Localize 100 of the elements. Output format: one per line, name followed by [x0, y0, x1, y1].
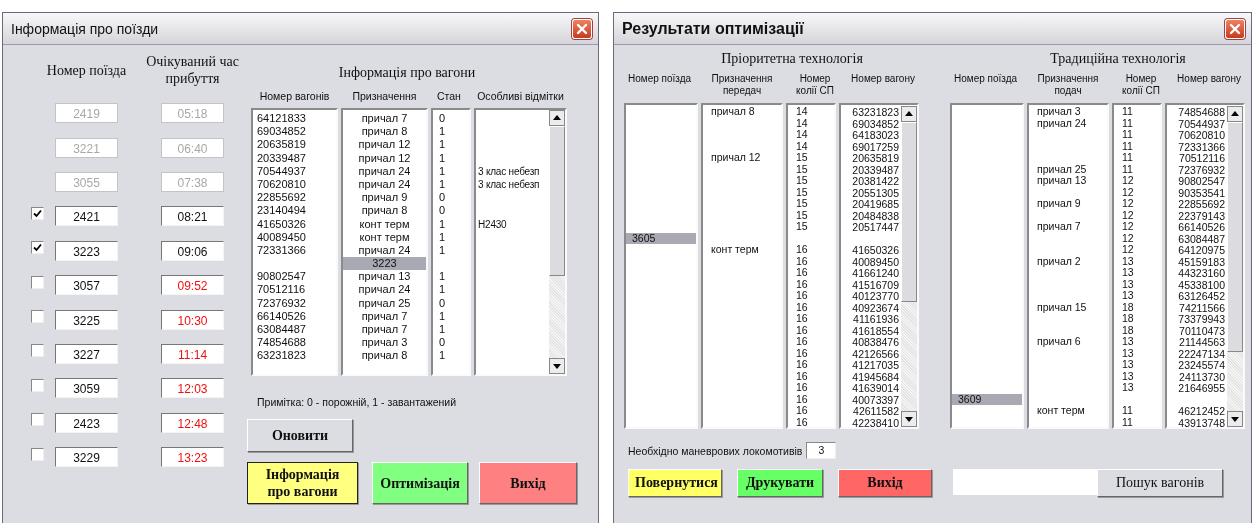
list-item[interactable]: 14: [796, 139, 808, 152]
scrollbar-thumb[interactable]: [1227, 122, 1244, 352]
list-item[interactable]: 11: [1122, 162, 1133, 175]
list-item[interactable]: причал 8: [361, 125, 408, 138]
list-item[interactable]: 15: [796, 208, 808, 221]
list-item[interactable]: причал 12: [711, 151, 761, 163]
list-item[interactable]: 41161936: [853, 313, 900, 325]
list-item[interactable]: 16: [796, 358, 808, 370]
list-item[interactable]: 20551305: [852, 186, 900, 199]
arrival-time-field[interactable]: 08:21: [161, 206, 224, 227]
list-item[interactable]: 0: [439, 336, 446, 349]
list-item[interactable]: 66140526: [257, 309, 306, 322]
list-item[interactable]: 66140526: [1178, 221, 1226, 233]
list-box[interactable]: причал 8 причал 12 конт терм: [701, 103, 784, 429]
list-item[interactable]: 15: [796, 151, 808, 163]
list-item[interactable]: 22855692: [1178, 198, 1226, 210]
list-item[interactable]: 64183023: [852, 129, 900, 141]
list-item[interactable]: 15: [796, 220, 808, 232]
list-item[interactable]: 1: [439, 125, 446, 138]
list-item[interactable]: 70110473: [1179, 324, 1226, 337]
scroll-up-icon[interactable]: [549, 110, 565, 126]
list-item[interactable]: 69034852: [257, 125, 306, 138]
list-item[interactable]: 11: [1122, 128, 1133, 140]
list-item[interactable]: 22379143: [1178, 209, 1226, 222]
list-item[interactable]: 1: [439, 309, 446, 322]
list-item[interactable]: Н2430: [478, 218, 507, 230]
arrival-time-field[interactable]: 13:23: [161, 447, 224, 468]
list-item[interactable]: 63231823: [852, 106, 900, 118]
list-item[interactable]: 12: [1122, 197, 1134, 209]
list-item[interactable]: 12: [1122, 220, 1134, 232]
list-item[interactable]: 21144563: [1179, 336, 1226, 348]
list-item[interactable]: 11: [1122, 105, 1133, 117]
list-item[interactable]: причал 3: [1037, 105, 1081, 117]
list-box[interactable]: 14 14 14 14 15 15 15 15 15 15 15 16 16 16 16 16 16 16 16 16 16 16 16 16 16 16 16: [786, 103, 837, 429]
list-item[interactable]: 14: [796, 128, 808, 140]
list-item[interactable]: причал 9: [361, 191, 408, 204]
list-item[interactable]: 13: [1122, 346, 1134, 359]
list-item[interactable]: 1: [439, 243, 446, 256]
list-item[interactable]: 13: [1122, 289, 1134, 301]
checkbox[interactable]: [31, 241, 44, 255]
list-item[interactable]: причал 7: [361, 323, 408, 335]
list-item[interactable]: 23245574: [1178, 359, 1226, 371]
checkbox[interactable]: [31, 447, 44, 461]
list-item[interactable]: 16: [796, 335, 808, 347]
list-item[interactable]: 70620810: [257, 177, 306, 190]
list-item[interactable]: причал 6: [1037, 335, 1081, 347]
list-box[interactable]: причал 3 причал 24 причал 25 причал 13 причал 9 причал 7 причал 2 причал 15 причал 6 конт терм: [1027, 103, 1110, 429]
list-item[interactable]: 41639014: [852, 382, 900, 394]
list-item[interactable]: 24113730: [1179, 370, 1226, 383]
list-item[interactable]: 42126566: [852, 347, 900, 360]
list-item[interactable]: причал 9: [1037, 197, 1081, 209]
search-field[interactable]: [953, 469, 1098, 495]
list-item[interactable]: конт терм: [711, 243, 759, 255]
list-item[interactable]: 11: [1122, 139, 1133, 152]
list-item[interactable]: 12: [1122, 185, 1134, 198]
action-button[interactable]: Друкувати: [737, 469, 824, 497]
list-item[interactable]: 41650326: [852, 244, 900, 256]
list-item[interactable]: 16: [796, 404, 808, 416]
list-item[interactable]: 40073397: [852, 393, 900, 406]
list-item[interactable]: 1: [439, 177, 446, 190]
list-item[interactable]: 0: [439, 296, 446, 309]
list-item[interactable]: конт терм: [359, 230, 410, 243]
list-item[interactable]: 11: [1122, 151, 1133, 163]
list-item[interactable]: 42611582: [853, 405, 900, 417]
list-item[interactable]: 72331366: [257, 243, 306, 256]
list-item[interactable]: 1: [439, 283, 446, 296]
list-item[interactable]: 20381422: [852, 175, 900, 187]
action-button[interactable]: Інформація про вагони: [247, 462, 358, 504]
list-item[interactable]: 13: [1122, 254, 1134, 267]
list-item[interactable]: 1: [439, 138, 446, 151]
checkbox[interactable]: [31, 344, 44, 358]
list-item[interactable]: 1: [439, 323, 446, 335]
list-item[interactable]: 70544937: [257, 164, 306, 177]
train-number-field[interactable]: 3227: [55, 343, 118, 364]
scrollbar[interactable]: [1227, 106, 1244, 427]
list-item[interactable]: 20484838: [852, 209, 900, 222]
list-item[interactable]: 23140494: [257, 204, 306, 217]
list-item[interactable]: 74854688: [257, 336, 306, 349]
action-button[interactable]: Оптимізація: [372, 462, 468, 504]
list-item[interactable]: 16: [796, 381, 808, 393]
list-item[interactable]: 90802547: [257, 270, 306, 283]
list-item[interactable]: причал 15: [1037, 300, 1087, 313]
list-box[interactable]: причал 7 причал 8 причал 12 причал 12 причал 24 причал 24 причал 9 причал 8 конт терм конт терм причал 24 3223 причал 13 причал 24 причал 25 причал 7 причал 7 причал 3 причал 8: [341, 108, 428, 376]
list-item[interactable]: 16: [796, 369, 808, 382]
scrollbar-thumb[interactable]: [549, 126, 565, 276]
list-item[interactable]: 41661240: [852, 267, 900, 279]
list-item[interactable]: 44323160: [1178, 267, 1226, 279]
list-item[interactable]: 43913748: [1178, 416, 1226, 427]
list-item[interactable]: 16: [796, 392, 808, 405]
list-item[interactable]: причал 8: [711, 105, 755, 117]
list-item[interactable]: причал 13: [1037, 174, 1087, 186]
list-item[interactable]: 3 клас небезп: [478, 178, 540, 190]
list-item[interactable]: 63084487: [257, 323, 306, 335]
scrollbar-thumb[interactable]: [901, 122, 918, 302]
train-number-field[interactable]: 2421: [55, 206, 118, 227]
list-item[interactable]: 12: [1122, 231, 1134, 244]
list-item[interactable]: 11: [1122, 415, 1133, 427]
list-item[interactable]: 1: [439, 270, 446, 283]
list-item[interactable]: 40089450: [257, 230, 306, 243]
scroll-down-icon[interactable]: [901, 411, 918, 427]
